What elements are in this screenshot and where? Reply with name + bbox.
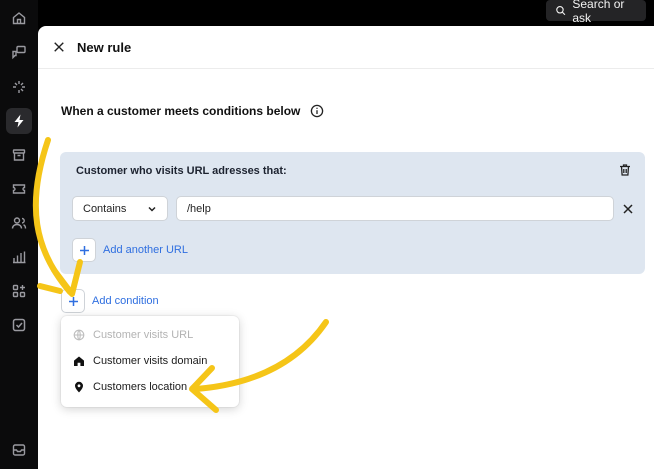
close-icon[interactable] (52, 40, 66, 54)
plus-icon (72, 238, 96, 262)
url-condition-card: Customer who visits URL adresses that: C… (60, 152, 645, 274)
dropdown-item-label: Customer visits domain (93, 355, 208, 367)
ticket-icon[interactable] (6, 176, 32, 202)
add-another-url-label: Add another URL (103, 244, 188, 256)
house-icon (74, 356, 84, 366)
home-icon[interactable] (6, 5, 32, 31)
rule-editor-panel: New rule When a customer meets condition… (38, 26, 654, 469)
page-title: New rule (77, 39, 132, 55)
remove-url-icon[interactable] (623, 204, 633, 214)
search-icon (556, 6, 566, 16)
add-condition-button[interactable]: Add condition (61, 289, 159, 313)
chevron-down-icon (148, 206, 156, 212)
left-nav-rail (0, 0, 38, 469)
dropdown-item-visits-url: Customer visits URL (73, 324, 193, 346)
trash-icon[interactable] (618, 163, 632, 177)
add-another-url-button[interactable]: Add another URL (72, 238, 188, 262)
check-icon[interactable] (6, 312, 32, 338)
search-label: Search or ask (572, 0, 625, 25)
dropdown-item-location[interactable]: Customers location (73, 376, 187, 398)
url-condition-title: Customer who visits URL adresses that: (76, 165, 287, 177)
dropdown-item-label: Customers location (93, 381, 188, 393)
inbox-icon[interactable] (6, 437, 32, 463)
dropdown-item-label: Customer visits URL (93, 329, 194, 341)
top-bar: Search or ask (38, 0, 654, 26)
plus-icon (61, 289, 85, 313)
archive-icon[interactable] (6, 142, 32, 168)
add-condition-label: Add condition (92, 295, 159, 307)
condition-type-dropdown: Customer visits URL Customer visits doma… (61, 316, 239, 407)
match-type-select[interactable]: Contains (72, 196, 168, 221)
chat-icon[interactable] (6, 39, 32, 65)
dropdown-item-visits-domain[interactable]: Customer visits domain (73, 350, 207, 372)
search-button[interactable]: Search or ask (546, 0, 646, 25)
conditions-heading-text: When a customer meets conditions below (61, 104, 301, 118)
apps-icon[interactable] (6, 278, 32, 304)
match-type-value: Contains (83, 202, 127, 215)
panel-header: New rule (38, 26, 654, 69)
chart-icon[interactable] (6, 244, 32, 270)
location-pin-icon (75, 381, 83, 393)
users-icon[interactable] (6, 210, 32, 236)
bolt-icon[interactable] (6, 108, 32, 134)
globe-icon (73, 329, 85, 341)
sparkle-icon[interactable] (6, 74, 32, 100)
info-icon[interactable] (310, 104, 324, 118)
url-input[interactable]: /help (176, 196, 614, 221)
conditions-heading: When a customer meets conditions below (61, 104, 324, 118)
url-input-value: /help (187, 202, 211, 215)
